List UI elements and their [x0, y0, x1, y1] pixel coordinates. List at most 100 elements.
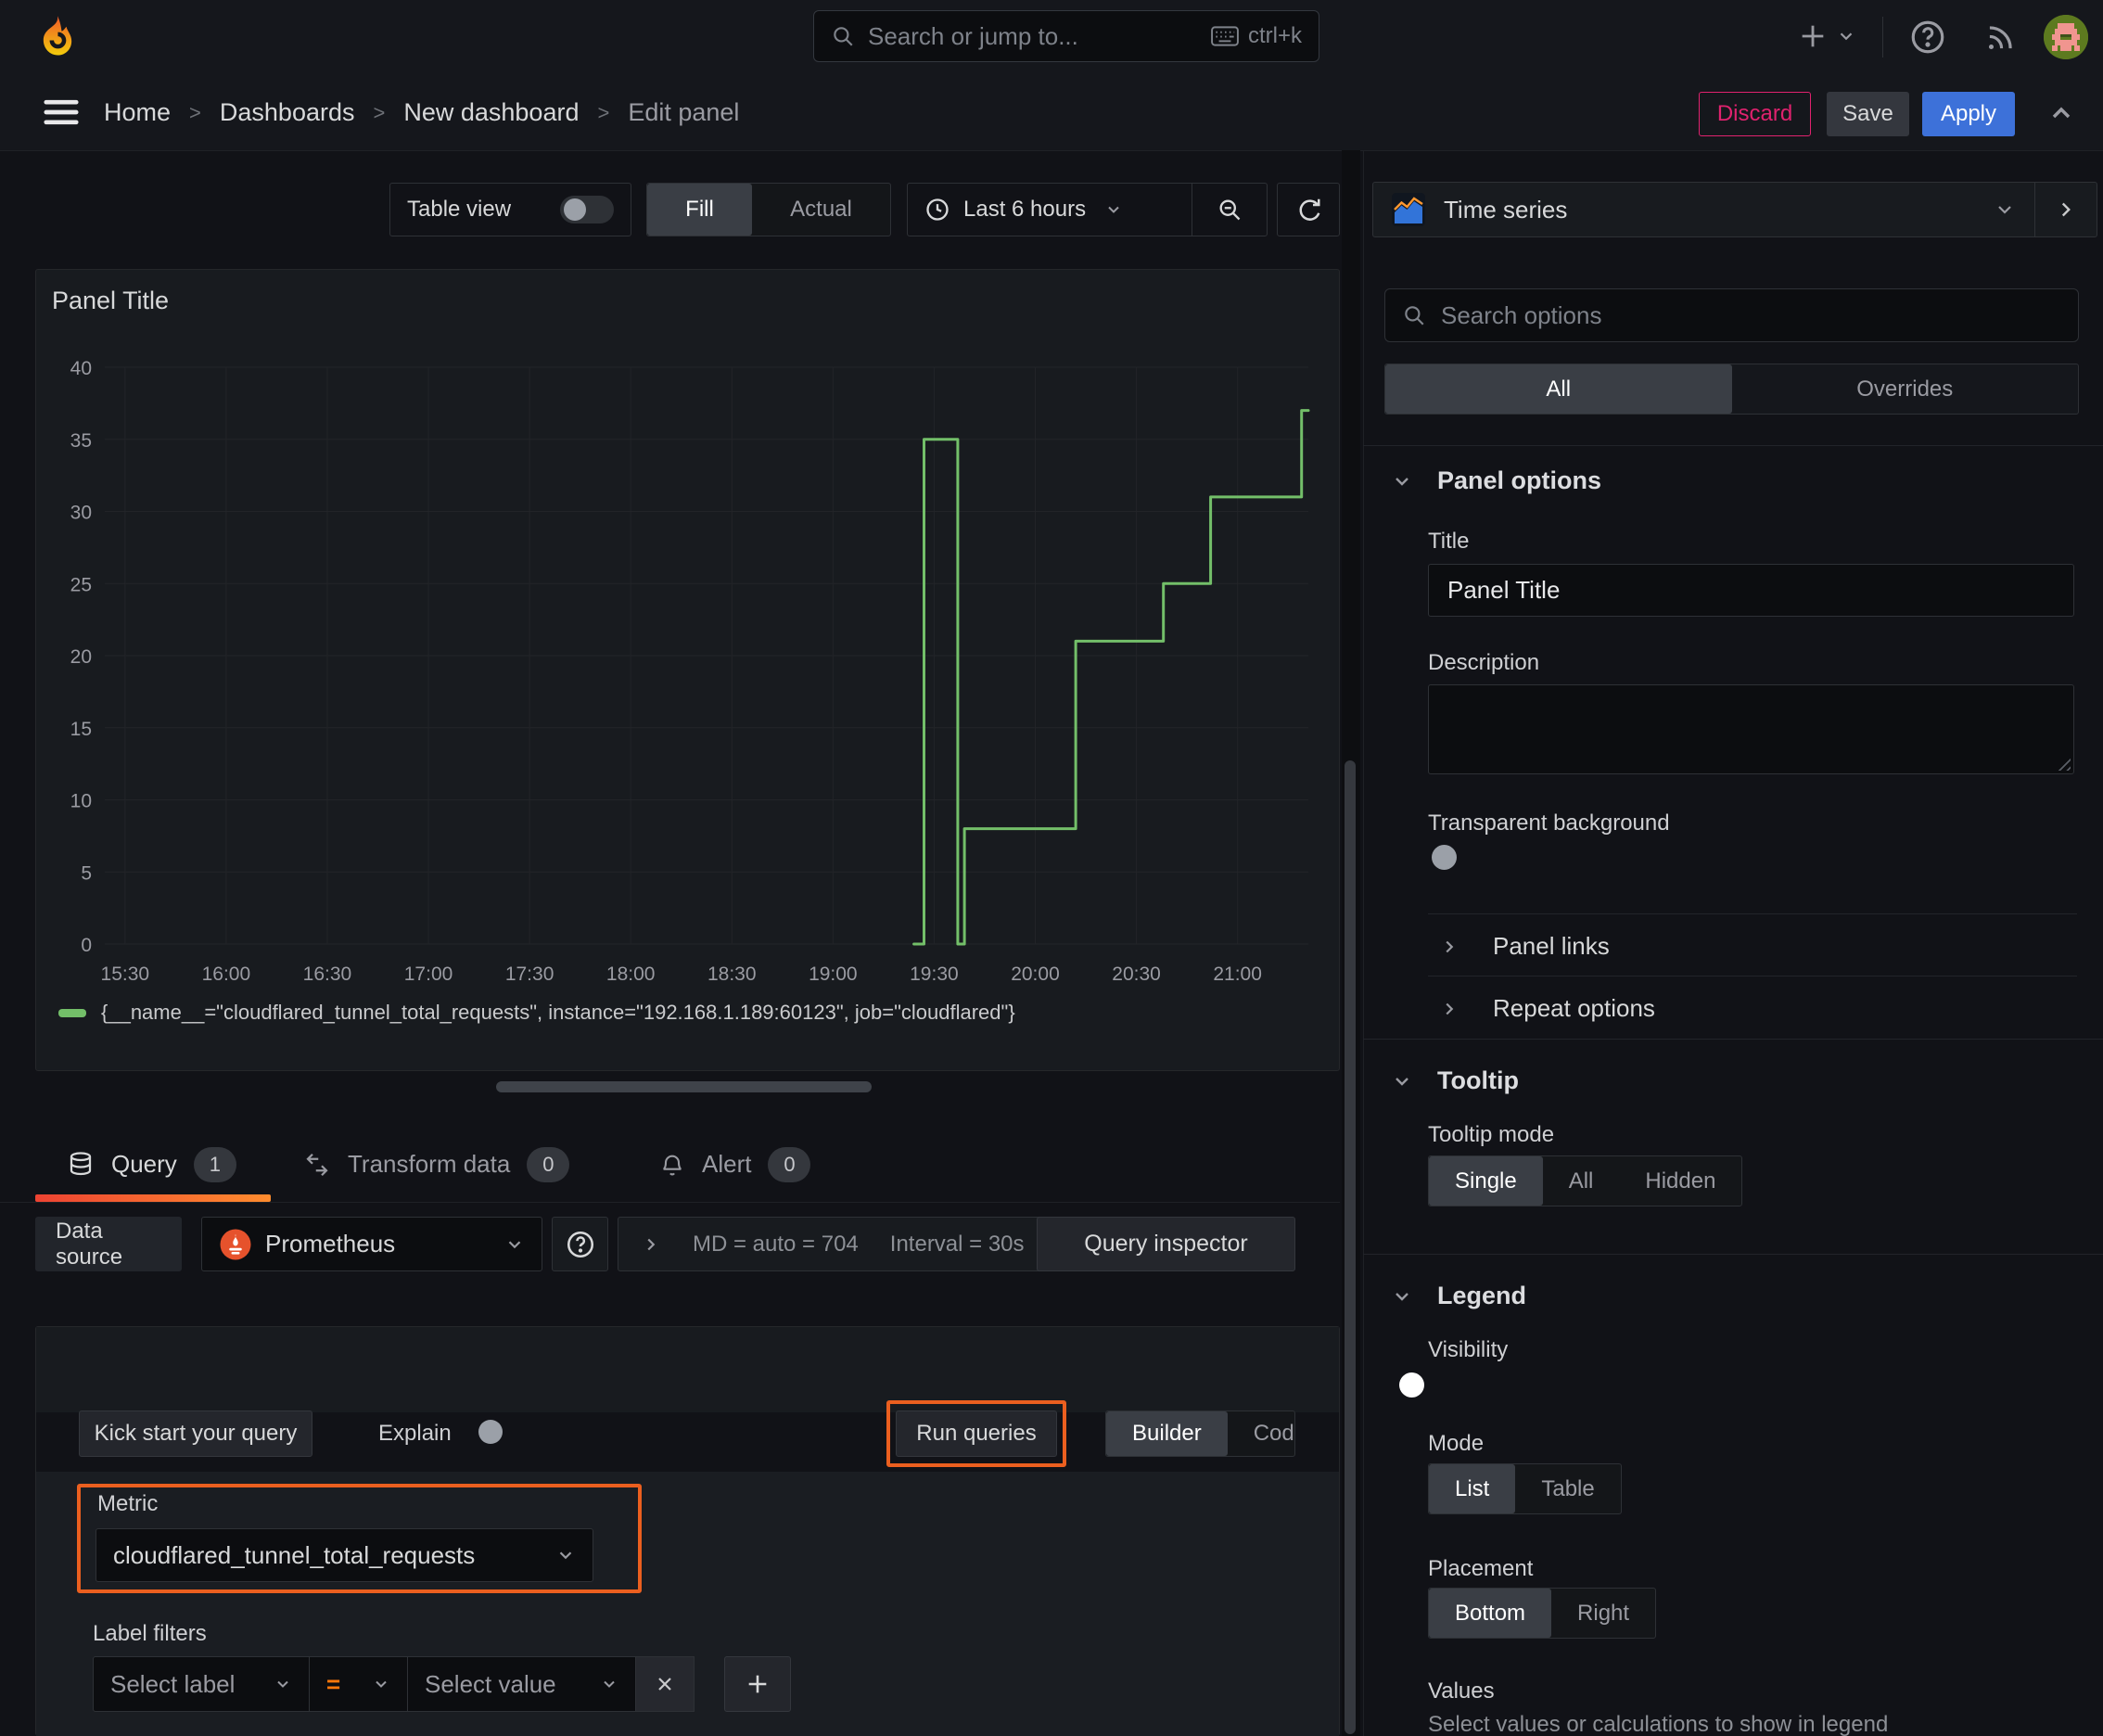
run-queries-button[interactable]: Run queries	[896, 1410, 1057, 1457]
plus-icon	[748, 1675, 767, 1693]
chevron-down-icon	[508, 1240, 521, 1248]
query-inspector-button[interactable]: Query inspector	[1037, 1217, 1295, 1271]
legend-table-option[interactable]: Table	[1515, 1464, 1620, 1513]
datasource-label: Data source	[35, 1217, 182, 1271]
editor-tabs: Query 1 Transform data 0 Alert 0	[0, 1127, 1340, 1203]
hamburger-icon	[44, 99, 79, 125]
time-range-picker[interactable]: Last 6 hours	[908, 197, 1192, 223]
repeat-options-row[interactable]: Repeat options	[1439, 994, 1655, 1023]
query-row-header[interactable]: A (Prometheus)	[36, 1327, 1339, 1412]
options-search-input[interactable]: Search options	[1384, 288, 2079, 342]
code-option[interactable]: Code	[1228, 1411, 1294, 1456]
legend-item[interactable]: {__name__="cloudflared_tunnel_total_requ…	[58, 1001, 1015, 1025]
series-color-swatch	[58, 1008, 86, 1017]
select-label-dropdown[interactable]: Select label	[93, 1656, 310, 1712]
save-button[interactable]: Save	[1827, 92, 1909, 136]
tooltip-title: Tooltip	[1437, 1066, 1519, 1094]
search-placeholder: Search or jump to...	[868, 21, 1078, 50]
placement-right-option[interactable]: Right	[1551, 1589, 1655, 1638]
kickstart-query-button[interactable]: Kick start your query	[79, 1410, 312, 1457]
user-avatar[interactable]	[2044, 15, 2088, 59]
add-menu-button[interactable]	[1797, 20, 1856, 52]
description-textarea[interactable]	[1428, 684, 2074, 774]
tab-query-count: 1	[193, 1146, 236, 1182]
close-icon	[658, 1678, 671, 1691]
metric-select[interactable]: cloudflared_tunnel_total_requests	[96, 1528, 593, 1582]
search-shortcut: ctrl+k	[1211, 23, 1302, 49]
placement-bottom-option[interactable]: Bottom	[1429, 1589, 1552, 1638]
viz-picker-select[interactable]: Time series	[1373, 193, 2034, 226]
panel-links-label: Panel links	[1493, 932, 1610, 960]
chevron-down-icon	[1998, 206, 2011, 214]
legend-section-header[interactable]: Legend	[1391, 1282, 1526, 1310]
svg-text:30: 30	[70, 503, 92, 524]
panel-title[interactable]: Panel Title	[52, 287, 169, 315]
breadcrumb-separator: >	[189, 100, 201, 124]
metric-value: cloudflared_tunnel_total_requests	[113, 1540, 476, 1569]
bell-icon	[663, 1155, 682, 1175]
fill-actual-segmented: Fill Actual	[646, 183, 891, 236]
filter-overrides-option[interactable]: Overrides	[1732, 364, 2079, 414]
grafana-logo[interactable]	[33, 13, 82, 61]
tooltip-hidden-option[interactable]: Hidden	[1619, 1156, 1741, 1206]
breadcrumb-dashboards[interactable]: Dashboards	[220, 98, 355, 127]
pane-resize-handle[interactable]	[496, 1081, 872, 1092]
actual-option[interactable]: Actual	[752, 184, 890, 236]
tooltip-all-option[interactable]: All	[1543, 1156, 1620, 1206]
tooltip-single-option[interactable]: Single	[1429, 1156, 1543, 1206]
table-view-control: Table view	[389, 183, 631, 236]
panel-title-input[interactable]: Panel Title	[1428, 564, 2074, 617]
expand-viz-pane-button[interactable]	[2034, 183, 2097, 236]
row-divider	[1428, 913, 2077, 914]
tab-transform[interactable]: Transform data 0	[303, 1127, 570, 1202]
remove-filter-button[interactable]	[635, 1656, 695, 1712]
prometheus-icon	[220, 1229, 251, 1259]
legend-placement-segmented: Bottom Right	[1428, 1588, 1657, 1639]
apply-button[interactable]: Apply	[1922, 92, 2015, 136]
tooltip-section-header[interactable]: Tooltip	[1391, 1066, 1519, 1095]
add-filter-button[interactable]	[724, 1656, 791, 1712]
chevron-down-icon	[1108, 206, 1119, 213]
table-view-toggle[interactable]	[560, 196, 614, 223]
global-search-input[interactable]: Search or jump to... ctrl+k	[813, 10, 1319, 62]
collapse-header-button[interactable]	[2045, 98, 2078, 128]
chevron-right-icon	[647, 1238, 656, 1250]
help-button[interactable]	[1908, 18, 1947, 57]
zoom-out-button[interactable]	[1192, 184, 1267, 236]
refresh-button[interactable]	[1277, 183, 1340, 236]
filter-all-option[interactable]: All	[1385, 364, 1732, 414]
svg-text:15:30: 15:30	[101, 964, 150, 985]
top-nav-bar: Search or jump to... ctrl+k	[0, 0, 2103, 76]
time-series-chart[interactable]: 0 5 10 15 20 25 30 35 40 15:30 16:00 16:30 17:00 17:3…	[64, 351, 1344, 993]
menu-button[interactable]	[41, 96, 82, 129]
legend-list-option[interactable]: List	[1429, 1464, 1516, 1513]
datasource-picker[interactable]: Prometheus	[201, 1217, 542, 1271]
chevron-down-icon	[1396, 477, 1408, 486]
resize-handle[interactable]	[2054, 754, 2071, 771]
discard-button[interactable]: Discard	[1699, 92, 1811, 136]
svg-text:25: 25	[70, 574, 92, 595]
tab-alert[interactable]: Alert 0	[659, 1127, 811, 1202]
breadcrumb-bar: Home > Dashboards > New dashboard > Edit…	[0, 75, 2103, 151]
legend-values-label: Values	[1428, 1679, 1495, 1704]
operator-dropdown[interactable]: =	[309, 1656, 408, 1712]
chevron-down-icon	[604, 1680, 615, 1688]
breadcrumb-new-dashboard[interactable]: New dashboard	[403, 98, 579, 127]
svg-text:5: 5	[81, 862, 92, 884]
panel-options-section-header[interactable]: Panel options	[1391, 466, 1601, 495]
breadcrumb-separator: >	[373, 100, 386, 124]
svg-text:16:30: 16:30	[303, 964, 352, 985]
news-button[interactable]	[1982, 20, 2018, 56]
builder-option[interactable]: Builder	[1106, 1411, 1228, 1456]
search-icon	[1405, 306, 1424, 326]
tab-transform-label: Transform data	[348, 1150, 511, 1178]
tab-query[interactable]: Query 1	[67, 1127, 236, 1202]
panel-options-title: Panel options	[1437, 466, 1602, 494]
breadcrumb-home[interactable]: Home	[104, 98, 171, 127]
select-value-dropdown[interactable]: Select value	[407, 1656, 636, 1712]
datasource-help-button[interactable]	[552, 1217, 608, 1271]
fill-option[interactable]: Fill	[647, 184, 752, 236]
svg-text:19:00: 19:00	[809, 964, 858, 985]
main-scrollbar-thumb[interactable]	[1345, 760, 1356, 1734]
panel-links-row[interactable]: Panel links	[1439, 932, 1610, 961]
